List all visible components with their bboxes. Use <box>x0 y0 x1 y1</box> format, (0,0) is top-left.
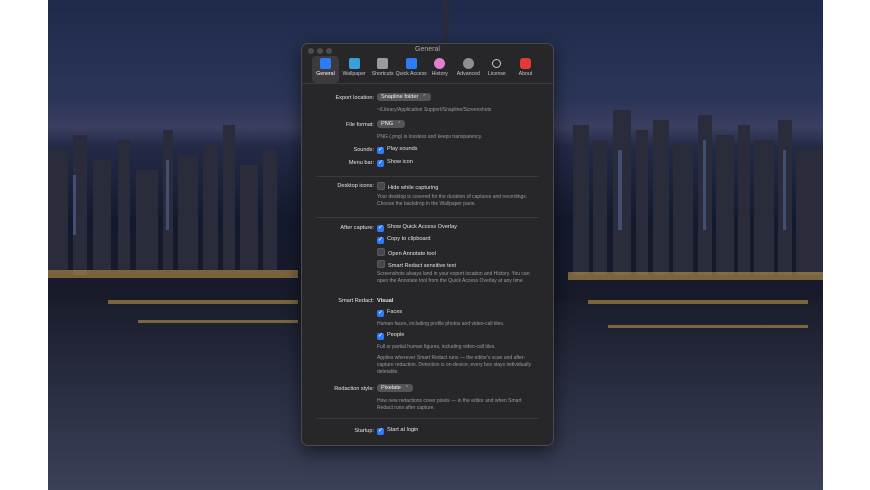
faces-checkbox[interactable]: ✓ Faces <box>377 309 402 317</box>
tab-license[interactable]: License <box>483 56 510 83</box>
people-checkbox[interactable]: ✓ People <box>377 332 404 340</box>
window-title: General <box>415 46 440 53</box>
tab-general[interactable]: General <box>312 56 339 83</box>
sounds-label: Sounds: <box>353 147 374 153</box>
chevron-updown-icon: ⌃ <box>404 385 410 391</box>
divider <box>316 418 539 419</box>
smart-redact-text-checkbox[interactable]: Smart Redact sensitive text <box>377 260 456 269</box>
file-format-description: PNG (.png) is lossless and keeps transpa… <box>377 134 483 140</box>
divider <box>316 217 539 218</box>
smart-redact-description: Applies wherever Smart Redact runs — the… <box>377 355 531 375</box>
tab-history[interactable]: History <box>426 56 453 83</box>
after-capture-description: Screenshots always land in your export l… <box>377 271 530 284</box>
faces-description: Human faces, including profile photos an… <box>377 321 505 327</box>
checkbox-label: Faces <box>387 309 403 315</box>
tab-label: Quick Access <box>395 71 427 77</box>
redaction-style-popup[interactable]: Pixelate ⌃ <box>377 384 414 392</box>
show-quick-access-overlay-checkbox[interactable]: ✓ Show Quick Access Overlay <box>377 224 457 232</box>
tab-wallpaper[interactable]: Wallpaper <box>341 56 368 83</box>
file-format-popup[interactable]: PNG ⌃ <box>377 120 406 128</box>
popup-value: PNG <box>381 121 394 127</box>
start-at-login-checkbox[interactable]: ✓ Start at login <box>377 427 418 435</box>
export-path: ~/Library/Application Support/Snapline/S… <box>377 107 492 113</box>
checkmark-icon: ✓ <box>377 237 384 244</box>
tab-label: Wallpaper <box>342 71 366 77</box>
startup-label: Startup: <box>354 428 374 434</box>
tab-label: History <box>431 71 448 77</box>
tab-label: Shortcuts <box>371 71 394 77</box>
preferences-window: General General Wallpaper Shortcuts Quic… <box>301 43 554 446</box>
chevron-updown-icon: ⌃ <box>422 94 427 100</box>
tab-label: General <box>316 71 335 77</box>
chevron-updown-icon: ⌃ <box>397 121 402 127</box>
popup-button[interactable]: Snapline folder ⌃ <box>377 93 431 101</box>
checkbox-label: People <box>387 332 405 338</box>
checkbox-label: Open Annotate tool <box>388 251 436 257</box>
after-capture-label: After capture: <box>340 225 374 231</box>
menu-bar-label: Menu bar: <box>348 160 374 166</box>
divider <box>316 176 539 177</box>
file-format-label: File format: <box>346 122 374 128</box>
general-icon <box>320 58 331 69</box>
checkbox-label: Play sounds <box>387 146 418 152</box>
export-location-label: Export location: <box>335 95 374 101</box>
checkmark-icon: ✓ <box>377 428 384 435</box>
visual-heading: Visual <box>377 298 394 304</box>
license-icon <box>492 59 502 68</box>
copy-to-clipboard-checkbox[interactable]: ✓ Copy to clipboard <box>377 236 431 244</box>
open-annotate-tool-checkbox[interactable]: Open Annotate tool <box>377 248 436 257</box>
advanced-icon <box>462 58 474 69</box>
checkbox-label: Show Quick Access Overlay <box>387 224 457 230</box>
checkmark-icon: ✓ <box>377 147 384 154</box>
about-icon <box>519 58 531 69</box>
checkmark-icon: ✓ <box>377 333 384 340</box>
redaction-style-label: Redaction style: <box>334 386 374 392</box>
desktop-icons-label: Desktop icons: <box>337 183 374 189</box>
tab-about[interactable]: About <box>512 56 539 83</box>
quick-access-icon <box>405 58 417 69</box>
tab-label: Advanced <box>456 71 480 77</box>
checkmark-icon: ✓ <box>377 160 384 167</box>
tab-shortcuts[interactable]: Shortcuts <box>369 56 396 83</box>
smart-redact-label: Smart Redact: <box>338 298 374 304</box>
title-bar: General <box>302 44 553 56</box>
checkbox-label: Smart Redact sensitive text <box>388 263 457 269</box>
export-location-popup[interactable]: Snapline folder ⌃ <box>377 93 431 101</box>
tab-label: About <box>518 71 533 77</box>
checkbox-label: Copy to clipboard <box>387 236 431 242</box>
desktop-icons-description: Your desktop is covered for the duration… <box>377 194 528 207</box>
people-description: Full or partial human figures, including… <box>377 344 496 350</box>
hide-while-capturing-checkbox[interactable]: Hide while capturing <box>377 182 438 191</box>
play-sounds-checkbox[interactable]: ✓ Play sounds <box>377 146 417 154</box>
checkmark-icon: ✓ <box>377 310 384 317</box>
popup-value: Pixelate <box>381 385 401 391</box>
checkbox-box <box>377 248 385 256</box>
redaction-style-description: How new redactions cover pixels — in the… <box>377 398 522 411</box>
checkbox-box <box>377 182 385 190</box>
popup-button[interactable]: PNG ⌃ <box>377 120 406 128</box>
checkbox-label: Show icon <box>387 159 413 165</box>
popup-button[interactable]: Pixelate ⌃ <box>377 384 414 392</box>
wallpaper-icon <box>348 58 360 69</box>
shortcuts-icon <box>377 58 389 69</box>
checkbox-label: Start at login <box>387 427 419 433</box>
checkbox-label: Hide while capturing <box>388 185 439 191</box>
tab-quick-access[interactable]: Quick Access <box>395 56 427 83</box>
show-icon-checkbox[interactable]: ✓ Show icon <box>377 159 413 167</box>
history-icon <box>434 58 446 69</box>
checkbox-box <box>377 260 385 268</box>
tab-advanced[interactable]: Advanced <box>455 56 482 83</box>
popup-value: Snapline folder <box>381 94 419 100</box>
checkmark-icon: ✓ <box>377 225 384 232</box>
preferences-toolbar: General Wallpaper Shortcuts Quick Access… <box>302 56 553 84</box>
tab-label: License <box>487 71 506 77</box>
